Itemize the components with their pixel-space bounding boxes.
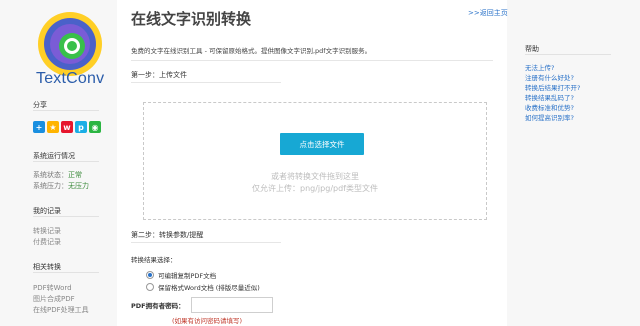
logo-text: TextConv xyxy=(36,70,105,87)
divider xyxy=(33,272,99,273)
divider xyxy=(131,60,493,61)
step2-title: 第二步：转换参数/提醒 xyxy=(131,231,204,239)
password-input[interactable] xyxy=(191,297,273,313)
help-link-cannot-upload[interactable]: 无法上传? xyxy=(525,62,554,72)
status-row: 系统状态：正常 xyxy=(33,170,82,180)
upload-dropzone[interactable]: 点击选择文件 或者将转换文件拖到这里 仅允许上传：png/jpg/pdf类型文件 xyxy=(143,102,487,220)
password-label: PDF拥有者密码： xyxy=(131,302,185,310)
radio-button[interactable] xyxy=(146,283,154,291)
password-note: (如果有访问密码请填写) xyxy=(172,317,243,325)
related-title: 相关转换 xyxy=(33,263,61,271)
qzone-icon[interactable]: p xyxy=(75,121,87,133)
choose-file-button[interactable]: 点击选择文件 xyxy=(280,133,364,155)
wechat-icon[interactable]: ◉ xyxy=(89,121,101,133)
pressure-value: 无压力 xyxy=(68,182,89,190)
help-link-register-benefits[interactable]: 注册有什么好处? xyxy=(525,72,574,82)
sidebar: TextConv 分享 + ★ w p ◉ 系统运行情况 系统状态：正常 系统压… xyxy=(0,0,104,326)
option-label: 保留格式Word文档 (排版尽量近似) xyxy=(158,284,260,292)
divider xyxy=(33,110,99,111)
result-label: 转换结果选择： xyxy=(131,256,177,264)
help-link-cannot-open[interactable]: 转换后结果打不开? xyxy=(525,82,580,92)
help-link-pricing[interactable]: 收费标准和优势? xyxy=(525,102,574,112)
weibo-icon[interactable]: w xyxy=(61,121,73,133)
option-label: 可编辑复制PDF文档 xyxy=(158,272,217,280)
option-word-doc[interactable]: 保留格式Word文档 (排版尽量近似) xyxy=(146,282,260,292)
sidebar-item-images-to-pdf[interactable]: 图片合成PDF xyxy=(33,294,75,304)
pressure-row: 系统压力：无压力 xyxy=(33,181,89,191)
sidebar-item-payment-records[interactable]: 付费记录 xyxy=(33,237,61,247)
share-buttons: + ★ w p ◉ xyxy=(33,121,101,133)
main-panel: 在线文字识别转换 >>返回主页 免费的文字在线识别工具 - 可保留原始格式。提供… xyxy=(117,0,508,326)
option-editable-pdf[interactable]: 可编辑复制PDF文档 xyxy=(146,270,216,280)
divider xyxy=(33,161,99,162)
divider xyxy=(525,54,611,55)
divider xyxy=(131,82,281,83)
drop-hint: 或者将转换文件拖到这里 xyxy=(271,172,359,181)
status-title: 系统运行情况 xyxy=(33,152,75,160)
step1-title: 第一步：上传文件 xyxy=(131,71,187,79)
page-title: 在线文字识别转换 xyxy=(131,10,252,28)
sidebar-item-pdf-tools[interactable]: 在线PDF处理工具 xyxy=(33,305,89,315)
help-link-accuracy[interactable]: 如何提高识别率? xyxy=(525,112,574,122)
back-home-link[interactable]: >>返回主页 xyxy=(468,8,508,18)
share-title: 分享 xyxy=(33,101,47,109)
divider xyxy=(33,216,99,217)
status-value: 正常 xyxy=(68,171,82,179)
radio-button[interactable] xyxy=(146,271,154,279)
file-type-hint: 仅允许上传：png/jpg/pdf类型文件 xyxy=(252,184,378,193)
pressure-label: 系统压力： xyxy=(33,182,68,190)
intro-text: 免费的文字在线识别工具 - 可保留原始格式。提供图像文字识别,pdf文字识别服务… xyxy=(131,47,372,55)
help-link-garbled[interactable]: 转换结果乱码了? xyxy=(525,92,574,102)
divider xyxy=(131,242,281,243)
status-label: 系统状态： xyxy=(33,171,68,179)
plus-icon[interactable]: + xyxy=(33,121,45,133)
sidebar-item-convert-records[interactable]: 转换记录 xyxy=(33,226,61,236)
sidebar-item-pdf-to-word[interactable]: PDF转Word xyxy=(33,283,72,293)
help-title: 帮助 xyxy=(525,45,539,53)
star-icon[interactable]: ★ xyxy=(47,121,59,133)
records-title: 我的记录 xyxy=(33,207,61,215)
